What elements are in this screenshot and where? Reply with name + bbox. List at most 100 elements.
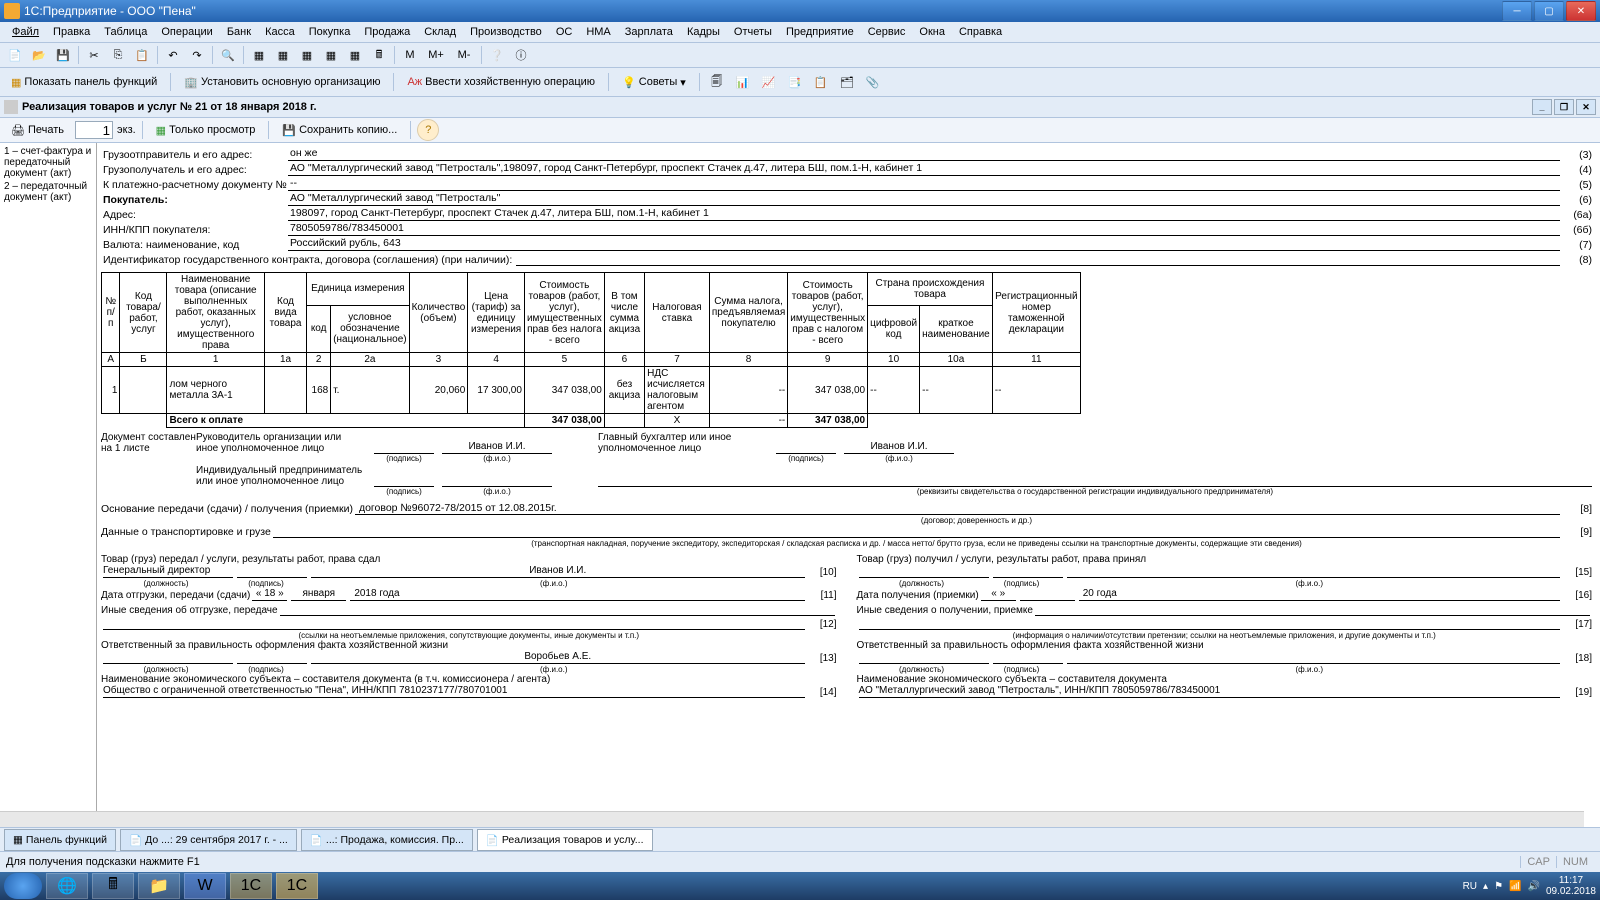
grid5-icon[interactable]: ▦	[344, 44, 366, 66]
grid3-icon[interactable]: ▦	[296, 44, 318, 66]
toolbar-main: 📄 📂 💾 ✂ ⎘ 📋 ↶ ↷ 🔍 ▦ ▦ ▦ ▦ ▦ 🖩 M M+ M- ❔ …	[0, 43, 1600, 68]
menu-nma[interactable]: НМА	[580, 24, 616, 40]
buyer-label: Покупатель:	[101, 194, 288, 206]
taskbar-1c2-icon[interactable]: 1С	[276, 873, 318, 899]
menu-help[interactable]: Справка	[953, 24, 1008, 40]
menu-table[interactable]: Таблица	[98, 24, 153, 40]
tray-lang[interactable]: RU	[1463, 881, 1477, 892]
document-body: Грузоотправитель и его адрес:он же(3) Гр…	[97, 143, 1600, 861]
action3-icon[interactable]: 📈	[758, 71, 780, 93]
doc-made-label: Документ составлен на 1 листе	[101, 432, 196, 496]
taskbar-ie-icon[interactable]: 🌐	[46, 873, 88, 899]
action2-icon[interactable]: 📊	[732, 71, 754, 93]
app-taskbar: ▦Панель функций 📄До ...: 29 сентября 201…	[0, 827, 1600, 852]
action1-icon[interactable]: 🗐	[706, 71, 728, 93]
menu-cash[interactable]: Касса	[259, 24, 301, 40]
m-button[interactable]: M	[399, 44, 421, 66]
menu-os[interactable]: ОС	[550, 24, 579, 40]
taskbar-explorer-icon[interactable]: 📁	[138, 873, 180, 899]
menu-edit[interactable]: Правка	[47, 24, 96, 40]
sidebar-item-transfer[interactable]: 2 – передаточный документ (акт)	[2, 180, 94, 204]
menu-warehouse[interactable]: Склад	[418, 24, 462, 40]
menu-service[interactable]: Сервис	[862, 24, 912, 40]
menu-purchase[interactable]: Покупка	[303, 24, 357, 40]
task-doc1[interactable]: 📄До ...: 29 сентября 2017 г. - ...	[120, 829, 297, 851]
system-tray: RU ▴ ⚑ 📶 🔊 11:1709.02.2018	[1463, 875, 1596, 897]
copy-icon[interactable]: ⎘	[107, 44, 129, 66]
consignee-label: Грузополучатель и его адрес:	[101, 164, 288, 176]
help-icon[interactable]: ❔	[486, 44, 508, 66]
task-panel[interactable]: ▦Панель функций	[4, 829, 116, 851]
taskbar-1c-icon[interactable]: 1С	[230, 873, 272, 899]
cur-label: Валюта: наименование, код	[101, 239, 288, 251]
doc-minimize-button[interactable]: _	[1532, 99, 1552, 115]
tray-flag-icon[interactable]: ⚑	[1494, 881, 1503, 892]
doc-close-button[interactable]: ✕	[1576, 99, 1596, 115]
windows-taskbar: 🌐 🖩 📁 W 1С 1С RU ▴ ⚑ 📶 🔊 11:1709.02.2018	[0, 872, 1600, 900]
menu-hr[interactable]: Кадры	[681, 24, 726, 40]
tray-clock[interactable]: 11:1709.02.2018	[1546, 875, 1596, 897]
window-title: 1С:Предприятие - ООО "Пена"	[24, 4, 196, 18]
minimize-button[interactable]: ─	[1502, 1, 1532, 21]
menu-production[interactable]: Производство	[464, 24, 548, 40]
task-doc2[interactable]: 📄...: Продажа, комиссия. Пр...	[301, 829, 473, 851]
menu-windows[interactable]: Окна	[913, 24, 951, 40]
grid1-icon[interactable]: ▦	[248, 44, 270, 66]
find-icon[interactable]: 🔍	[217, 44, 239, 66]
document-icon	[4, 100, 18, 114]
tray-net-icon[interactable]: 📶	[1509, 881, 1521, 892]
open-icon[interactable]: 📂	[28, 44, 50, 66]
new-icon[interactable]: 📄	[4, 44, 26, 66]
menu-operations[interactable]: Операции	[155, 24, 218, 40]
action7-icon[interactable]: 📎	[862, 71, 884, 93]
doc-restore-button[interactable]: ❐	[1554, 99, 1574, 115]
menu-sale[interactable]: Продажа	[358, 24, 416, 40]
tray-sound-icon[interactable]: 🔊	[1527, 881, 1539, 892]
set-org-button[interactable]: 🏢Установить основную организацию	[177, 71, 387, 93]
copies-input[interactable]	[75, 121, 113, 139]
menu-enterprise[interactable]: Предприятие	[780, 24, 860, 40]
menu-bank[interactable]: Банк	[221, 24, 257, 40]
start-button[interactable]	[4, 873, 42, 899]
print-button[interactable]: 🖨Печать	[4, 119, 71, 141]
save-icon[interactable]: 💾	[52, 44, 74, 66]
shipper-label: Грузоотправитель и его адрес:	[101, 149, 288, 161]
mplus-button[interactable]: M+	[423, 44, 449, 66]
grid4-icon[interactable]: ▦	[320, 44, 342, 66]
paste-icon[interactable]: 📋	[131, 44, 153, 66]
menu-file[interactable]: Файл	[6, 24, 45, 40]
inn-label: ИНН/КПП покупателя:	[101, 224, 288, 236]
view-only-button[interactable]: ▦Только просмотр	[149, 119, 263, 141]
horizontal-scrollbar[interactable]	[0, 811, 1584, 828]
gid-label: Идентификатор государственного контракта…	[101, 254, 512, 266]
action4-icon[interactable]: 📑	[784, 71, 806, 93]
taskbar-word-icon[interactable]: W	[184, 873, 226, 899]
tips-button[interactable]: 💡Советы▾	[615, 71, 693, 93]
action6-icon[interactable]: 🗂	[836, 71, 858, 93]
show-panel-button[interactable]: ▦Показать панель функций	[4, 71, 164, 93]
menu-salary[interactable]: Зарплата	[619, 24, 679, 40]
consignee-value: АО "Металлургический завод "Петросталь",…	[288, 162, 1560, 176]
shipper-value: он же	[288, 147, 1560, 161]
buyer-value: АО "Металлургический завод "Петросталь"	[288, 192, 1560, 206]
task-doc3[interactable]: 📄Реализация товаров и услу...	[477, 829, 653, 851]
enter-operation-button[interactable]: AжВвести хозяйственную операцию	[400, 71, 602, 93]
tray-up-icon[interactable]: ▴	[1483, 881, 1488, 892]
calc-icon[interactable]: 🖩	[368, 44, 390, 66]
grid2-icon[interactable]: ▦	[272, 44, 294, 66]
payment-value: --	[288, 177, 1560, 191]
menu-reports[interactable]: Отчеты	[728, 24, 778, 40]
info-icon[interactable]: ⓘ	[510, 44, 532, 66]
action5-icon[interactable]: 📋	[810, 71, 832, 93]
maximize-button[interactable]: ▢	[1534, 1, 1564, 21]
redo-icon[interactable]: ↷	[186, 44, 208, 66]
undo-icon[interactable]: ↶	[162, 44, 184, 66]
sidebar-item-invoice[interactable]: 1 – счет-фактура и передаточный документ…	[2, 145, 94, 180]
help2-icon[interactable]: ?	[417, 119, 439, 141]
save-copy-button[interactable]: 💾Сохранить копию...	[275, 119, 404, 141]
mminus-button[interactable]: M-	[451, 44, 477, 66]
table-total-row: Всего к оплате 347 038,00 Х-- 347 038,00	[102, 414, 1081, 428]
taskbar-calc-icon[interactable]: 🖩	[92, 873, 134, 899]
cut-icon[interactable]: ✂	[83, 44, 105, 66]
close-button[interactable]: ✕	[1566, 1, 1596, 21]
